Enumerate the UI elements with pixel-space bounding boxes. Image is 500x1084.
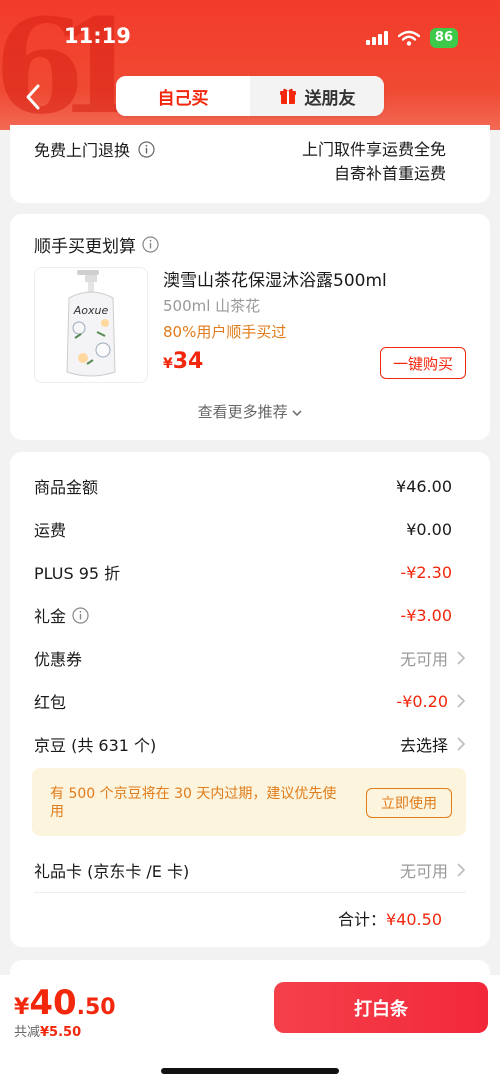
return-label: 免费上门退换 — [34, 137, 155, 161]
chevron-down-icon — [292, 410, 302, 417]
divider — [34, 892, 466, 893]
use-now-button[interactable]: 立即使用 — [366, 788, 452, 818]
row-value: ¥0.00 — [406, 519, 452, 539]
summary-row-giftcard[interactable]: 礼品卡 (京东卡 /E 卡) 无可用 — [34, 855, 466, 885]
promo-decoration: 61 — [0, 0, 145, 130]
row-label: PLUS 95 折 — [34, 564, 121, 583]
row-label: 红包 — [34, 693, 67, 712]
product-price: ¥34 — [163, 349, 203, 374]
one-click-buy-button[interactable]: 一键购买 — [380, 347, 466, 379]
chevron-right-icon — [457, 651, 466, 665]
summary-row-coupon[interactable]: 优惠券 无可用 — [34, 643, 466, 673]
info-icon[interactable] — [138, 140, 155, 158]
discount-label: 共减 — [14, 1025, 41, 1040]
summary-row-shipping: 运费 ¥0.00 — [34, 514, 466, 544]
return-label-text: 免费上门退换 — [34, 141, 131, 160]
row-label: 京豆 (共 631 个) — [34, 736, 157, 755]
row-value: -¥3.00 — [400, 605, 452, 625]
product-name[interactable]: 澳雪山茶花保湿沐浴露500ml — [163, 266, 387, 291]
more-recommend-label: 查看更多推荐 — [197, 403, 288, 421]
summary-row-redpacket[interactable]: 红包 -¥0.20 — [34, 686, 466, 716]
bottom-total-price: ¥40.50 — [14, 983, 116, 1023]
return-detail-1: 上门取件享运费全免 — [301, 140, 446, 159]
row-label: 运费 — [34, 521, 67, 540]
more-recommend-link[interactable]: 查看更多推荐 — [10, 401, 490, 422]
price-value: 34 — [172, 349, 204, 374]
bottle-brand: Aoxue — [73, 304, 109, 317]
info-icon[interactable] — [142, 236, 159, 253]
summary-row-plus: PLUS 95 折 -¥2.30 — [34, 557, 466, 587]
chevron-right-icon — [457, 737, 466, 751]
total-label: 合计： — [338, 910, 387, 929]
home-indicator — [161, 1068, 339, 1074]
recommend-title-text: 顺手买更划算 — [34, 237, 136, 257]
back-icon[interactable] — [20, 82, 48, 112]
recommend-card: 顺手买更划算 Aoxue 澳雪山茶花保湿沐浴露500ml 500ml 山茶花 8… — [10, 214, 490, 440]
row-label: 优惠券 — [34, 650, 83, 669]
status-time: 11:19 — [64, 24, 131, 48]
info-icon[interactable] — [72, 606, 89, 624]
purchase-mode-tabs: 自己买 送朋友 — [116, 76, 384, 116]
row-value: ¥46.00 — [396, 476, 452, 496]
product-note: 80%用户顺手买过 — [163, 323, 287, 341]
pay-baitiao-button[interactable]: 打白条 — [274, 982, 488, 1033]
tab-send-friend[interactable]: 送朋友 — [250, 76, 384, 116]
status-icons: 86 — [365, 28, 458, 48]
delivery-card: 免费上门退换 上门取件享运费全免 自寄补首重运费 — [10, 125, 490, 203]
row-value: 无可用 — [399, 650, 448, 669]
row-value: 无可用 — [399, 862, 448, 881]
discount-value: ¥5.50 — [40, 1025, 82, 1040]
row-label: 商品金额 — [34, 478, 99, 497]
wifi-icon — [397, 30, 420, 46]
battery-icon: 86 — [429, 28, 458, 48]
row-value: 去选择 — [399, 736, 448, 755]
summary-row-gift-money: 礼金 -¥3.00 — [34, 600, 466, 630]
header: 61 11:19 86 自己买 送朋友 — [0, 0, 500, 130]
tab-buy-self[interactable]: 自己买 — [116, 76, 250, 116]
product-spec: 500ml 山茶花 — [163, 297, 261, 315]
recommend-title: 顺手买更划算 — [34, 232, 159, 257]
checkout-bar: ¥40.50 共减¥5.50 打白条 — [0, 975, 500, 1084]
gift-icon — [279, 88, 296, 104]
product-image[interactable]: Aoxue — [34, 267, 148, 383]
row-label: 礼金 — [34, 607, 67, 626]
summary-row-goods: 商品金额 ¥46.00 — [34, 471, 466, 501]
row-value: -¥0.20 — [396, 691, 448, 711]
row-value: -¥2.30 — [400, 562, 452, 582]
jingdou-expiry-notice: 有 500 个京豆将在 30 天内过期，建议优先使用 立即使用 — [32, 768, 466, 836]
total-discount: 共减¥5.50 — [14, 1021, 81, 1040]
tab-label: 送朋友 — [304, 88, 356, 109]
price-integer: 40 — [29, 983, 77, 1023]
tab-label: 自己买 — [157, 88, 209, 109]
bottle-illustration: Aoxue — [66, 270, 116, 377]
summary-row-jingdou[interactable]: 京豆 (共 631 个) 去选择 — [34, 729, 466, 759]
price-decimal: .50 — [76, 995, 116, 1020]
row-label: 礼品卡 (京东卡 /E 卡) — [34, 862, 190, 881]
signal-icon — [365, 31, 388, 45]
price-summary-card: 商品金额 ¥46.00 运费 ¥0.00 PLUS 95 折 -¥2.30 礼金… — [10, 452, 490, 947]
order-total: 合计：¥40.50 — [338, 906, 442, 930]
currency-symbol: ¥ — [163, 356, 173, 372]
currency-symbol: ¥ — [14, 995, 30, 1020]
chevron-right-icon — [457, 694, 466, 708]
total-value: ¥40.50 — [386, 910, 442, 929]
return-detail-2: 自寄补首重运费 — [333, 164, 446, 183]
notice-text: 有 500 个京豆将在 30 天内过期，建议优先使用 — [50, 786, 337, 820]
chevron-right-icon — [457, 863, 466, 877]
